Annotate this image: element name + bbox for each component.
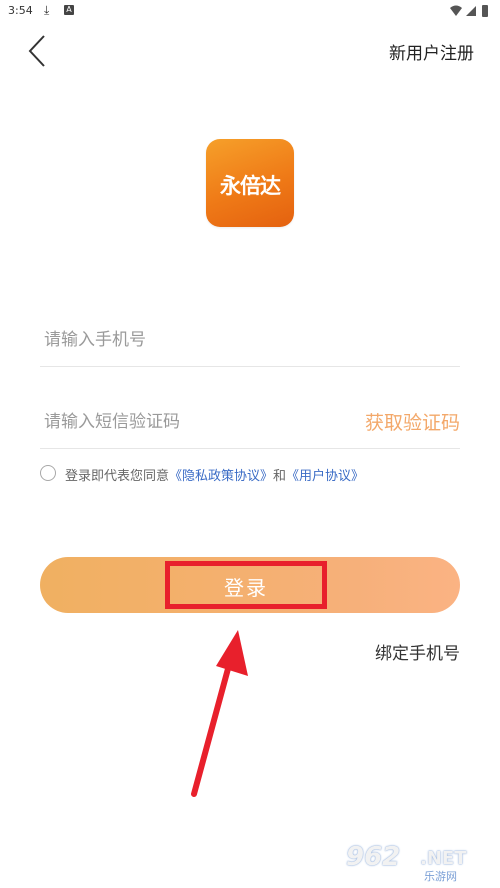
agreement-checkbox[interactable] <box>40 465 56 481</box>
phone-input[interactable] <box>44 328 344 352</box>
new-user-register-link[interactable]: 新用户注册 <box>389 39 474 64</box>
login-button[interactable]: 登录 <box>40 557 460 613</box>
wifi-icon <box>450 5 462 16</box>
back-button[interactable] <box>24 34 56 68</box>
notification-badge: A <box>64 5 74 15</box>
bind-phone-link[interactable]: 绑定手机号 <box>375 639 460 664</box>
status-bar: 3:54 ⤓ A <box>0 0 500 22</box>
red-arrow-annotation <box>191 630 248 797</box>
login-button-label: 登录 <box>224 576 268 600</box>
watermark-net: .NET <box>420 848 467 869</box>
app-logo: 永倍达 <box>206 139 294 227</box>
user-agreement-link[interactable]: 《用户协议》 <box>286 469 364 484</box>
battery-icon <box>482 5 488 17</box>
agreement-prefix: 登录即代表您同意 <box>65 469 170 484</box>
watermark-number: 962 <box>346 842 401 872</box>
signal-icon <box>466 6 476 16</box>
phone-field-row <box>40 314 460 367</box>
chevron-left-icon <box>28 35 45 67</box>
download-arrow-icon: ⤓ <box>44 3 50 17</box>
agreement-row: 登录即代表您同意《隐私政策协议》和《用户协议》 <box>40 463 470 485</box>
login-screen: 3:54 ⤓ A 新用户注册 永倍达 获取验证码 登录即代表您同意《隐私政策协议… <box>0 0 500 888</box>
sms-code-input[interactable] <box>44 410 344 434</box>
agreement-and: 和 <box>273 469 287 484</box>
sms-code-field-row: 获取验证码 <box>40 396 460 449</box>
agreement-text: 登录即代表您同意《隐私政策协议》和《用户协议》 <box>65 465 364 484</box>
site-watermark: 962 .NET 乐游网 <box>342 842 492 883</box>
privacy-policy-link[interactable]: 《隐私政策协议》 <box>169 469 273 484</box>
status-icons <box>450 5 488 17</box>
app-logo-text: 永倍达 <box>220 174 281 198</box>
get-code-button[interactable]: 获取验证码 <box>365 408 460 435</box>
watermark-subtext: 乐游网 <box>424 870 457 883</box>
status-time: 3:54 <box>8 4 33 17</box>
